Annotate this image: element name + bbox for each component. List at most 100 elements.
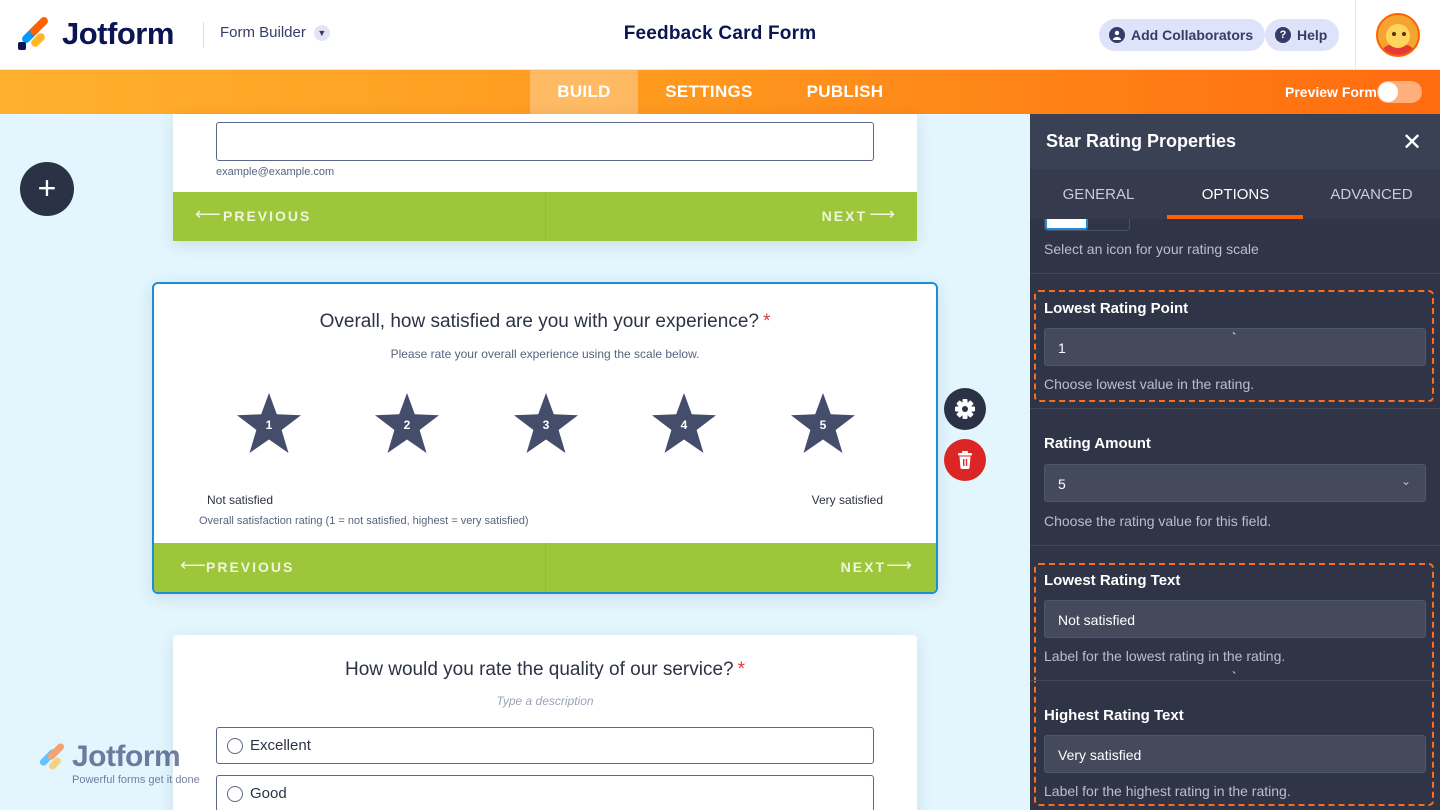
add-collaborators-button[interactable]: Add Collaborators [1099,19,1266,51]
cursor-mark: ` [1232,330,1237,345]
lowest-text-input[interactable]: Not satisfied [1044,600,1426,638]
previous-label: PREVIOUS [206,559,295,575]
previous-label: PREVIOUS [223,208,312,224]
form-title[interactable]: Feedback Card Form [520,23,920,45]
page-nav-row: ⟵ PREVIOUS NEXT ⟶ [173,192,917,241]
star-4[interactable]: 4 [650,391,718,455]
jotform-logo-icon [38,741,68,774]
watermark-logo-text: Jotform [72,740,181,773]
lowest-point-value: 1 [1058,340,1066,356]
close-icon[interactable]: ✕ [1402,128,1422,157]
lowest-text-help: Label for the lowest rating in the ratin… [1044,648,1286,664]
rating-amount-help: Choose the rating value for this field. [1044,513,1272,529]
radio-circle[interactable] [227,738,243,754]
radio-option[interactable]: Excellent [216,727,874,764]
star-3[interactable]: 3 [512,391,580,455]
form-page-card-email: example@example.com ⟵ PREVIOUS NEXT ⟶ [173,114,917,241]
highest-text-value: Very satisfied [1058,747,1142,763]
logo-text: Jotform [62,16,174,51]
radio-option-label: Good [250,785,287,802]
previous-button[interactable]: ⟵ PREVIOUS [154,543,546,592]
watermark-tagline: Powerful forms get it done [72,774,200,786]
header-divider-right [1355,0,1356,70]
preview-form-toggle[interactable] [1377,81,1422,103]
radio-option-label: Excellent [250,737,311,754]
add-element-button[interactable]: + [20,162,74,216]
highest-text-help: Label for the highest rating in the rati… [1044,783,1291,799]
rating-amount-select[interactable]: 5 ⌄ [1044,464,1426,502]
panel-tabs: GENERAL OPTIONS ADVANCED [1030,169,1440,219]
chevron-down-icon: ▼ [313,24,330,41]
builder-nav-bar: BUILD SETTINGS PUBLISH Preview Form [0,70,1440,114]
lowest-point-help: Choose lowest value in the rating. [1044,376,1255,392]
star-5-number: 5 [819,418,827,432]
highest-text-input[interactable]: Very satisfied [1044,735,1426,773]
radio-circle[interactable] [227,786,243,802]
required-mark: * [762,311,771,332]
lowest-text-value: Not satisfied [1058,612,1136,628]
arrow-right-icon: ⟶ [886,555,912,575]
question-title[interactable]: Overall, how satisfied are you with your… [154,311,936,333]
tab-publish[interactable]: PUBLISH [792,70,898,114]
help-button[interactable]: ? Help [1265,19,1340,51]
preview-form-label: Preview Form [1285,84,1377,100]
form-builder-switch[interactable]: Form Builder ▼ [220,24,330,41]
avatar[interactable] [1376,13,1420,57]
top-header: Jotform Form Builder ▼ Feedback Card For… [0,0,1440,70]
jotform-logo-icon [18,15,50,50]
email-input[interactable] [216,122,874,161]
panel-title: Star Rating Properties [1046,131,1237,151]
description-placeholder[interactable]: Type a description [173,694,917,708]
question-text: How would you rate the quality of our se… [344,659,734,680]
question-text: Overall, how satisfied are you with your… [319,311,759,332]
cursor-mark: ` [1232,669,1237,684]
lowest-point-label: Lowest Rating Point [1044,300,1189,317]
rating-sublabel[interactable]: Overall satisfaction rating (1 = not sat… [199,515,529,527]
next-label: NEXT [840,559,886,575]
rating-icon-selector[interactable] [1044,219,1130,231]
panel-header: Star Rating Properties ✕ [1030,114,1440,169]
help-label: Help [1297,27,1328,43]
arrow-left-icon: ⟵ [180,555,206,575]
active-tab-indicator [1167,215,1303,219]
previous-button[interactable]: ⟵ PREVIOUS [173,192,546,241]
gear-icon [955,399,975,419]
form-builder-label: Form Builder [220,24,306,41]
tab-options[interactable]: OPTIONS [1167,186,1304,203]
next-button[interactable]: NEXT ⟶ [546,192,918,241]
icon-help-text: Select an icon for your rating scale [1044,241,1259,257]
jotform-logo[interactable]: Jotform [18,15,174,52]
star-2-number: 2 [403,418,411,432]
divider [1030,273,1440,274]
highest-rating-label: Very satisfied [811,493,883,507]
header-divider [203,22,204,48]
star-rating-card[interactable]: Overall, how satisfied are you with your… [152,282,938,594]
field-settings-button[interactable] [944,388,986,430]
radio-question-card[interactable]: How would you rate the quality of our se… [173,635,917,810]
next-label: NEXT [821,208,867,224]
add-collaborators-label: Add Collaborators [1131,27,1254,43]
star-1[interactable]: 1 [235,391,303,455]
question-description[interactable]: Please rate your overall experience usin… [154,347,936,361]
tab-advanced[interactable]: ADVANCED [1303,186,1440,203]
divider [1030,680,1440,681]
arrow-right-icon: ⟶ [869,204,895,224]
rating-amount-value: 5 [1058,476,1066,492]
star-5[interactable]: 5 [789,391,857,455]
trash-icon [958,451,972,469]
divider [1030,408,1440,409]
email-sublabel: example@example.com [216,166,335,178]
rating-amount-label: Rating Amount [1044,435,1151,452]
highest-text-label: Highest Rating Text [1044,707,1184,724]
star-2[interactable]: 2 [373,391,441,455]
radio-option[interactable]: Good [216,775,874,810]
rating-icon-option-selected[interactable] [1045,219,1088,230]
tab-general[interactable]: GENERAL [1030,186,1167,203]
star-1-number: 1 [265,418,273,432]
next-button[interactable]: NEXT ⟶ [546,543,937,592]
tab-build[interactable]: BUILD [530,70,638,114]
delete-field-button[interactable] [944,439,986,481]
tab-settings[interactable]: SETTINGS [650,70,768,114]
question-title[interactable]: How would you rate the quality of our se… [173,659,917,681]
user-icon [1109,27,1125,43]
